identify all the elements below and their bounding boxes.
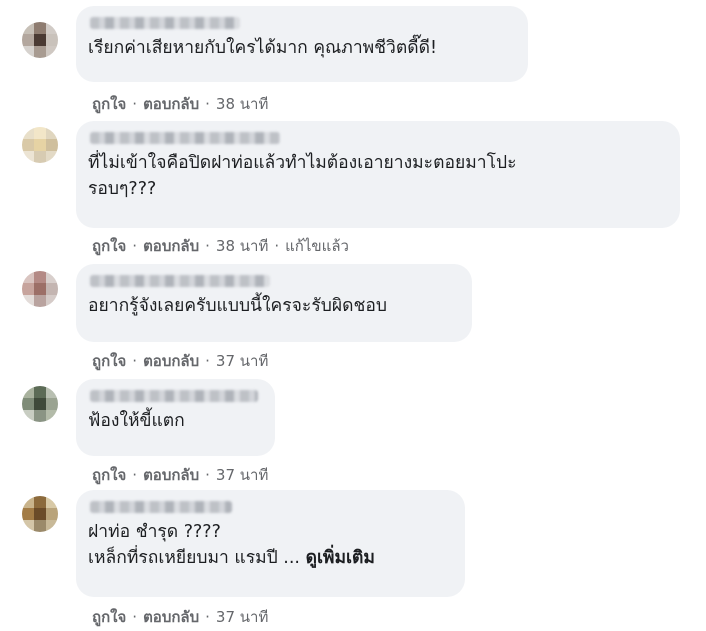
avatar-pixel (46, 46, 58, 58)
avatar[interactable] (22, 127, 58, 163)
avatar-pixel (22, 295, 34, 307)
avatar-pixel (46, 151, 58, 163)
avatar-pixel (46, 410, 58, 422)
avatar-pixel (34, 520, 46, 532)
comment-actions: ถูกใจ · ตอบกลับ · 37 นาที (92, 352, 269, 370)
see-more-link[interactable]: ดูเพิ่มเติม (306, 548, 375, 568)
avatar-pixel (46, 295, 58, 307)
comment-actions: ถูกใจ · ตอบกลับ · 38 นาที · แก้ไขแล้ว (92, 237, 349, 255)
avatar-pixel (22, 22, 34, 34)
avatar-pixel (22, 46, 34, 58)
comment-actions: ถูกใจ · ตอบกลับ · 37 นาที (92, 608, 269, 626)
avatar-pixel (34, 34, 46, 46)
reply-link[interactable]: ตอบกลับ (143, 466, 199, 484)
avatar-pixel (46, 271, 58, 283)
avatar-pixel (34, 496, 46, 508)
avatar-pixel (22, 496, 34, 508)
edited-label[interactable]: แก้ไขแล้ว (285, 237, 349, 255)
avatar-pixel (34, 295, 46, 307)
like-link[interactable]: ถูกใจ (92, 352, 126, 370)
reply-link[interactable]: ตอบกลับ (143, 352, 199, 370)
avatar-pixel (46, 34, 58, 46)
comment-bubble: ฝาท่อ ชำรุด ???? เหล็กที่รถเหยียบมา แรมป… (76, 490, 465, 597)
avatar-pixel (22, 283, 34, 295)
avatar-pixel (34, 139, 46, 151)
avatar-pixel (46, 496, 58, 508)
avatar-pixel (34, 22, 46, 34)
avatar-pixel (34, 410, 46, 422)
reply-link[interactable]: ตอบกลับ (143, 237, 199, 255)
comment-text: เรียกค่าเสียหายกับใครได้มาก คุณภาพชีวิตด… (88, 38, 437, 58)
avatar[interactable] (22, 386, 58, 422)
avatar-pixel (34, 151, 46, 163)
avatar-pixel (34, 508, 46, 520)
timestamp[interactable]: 37 นาที (216, 608, 268, 626)
timestamp[interactable]: 38 นาที (216, 237, 268, 255)
avatar-pixel (22, 398, 34, 410)
avatar-pixel (46, 127, 58, 139)
avatar-pixel (34, 127, 46, 139)
like-link[interactable]: ถูกใจ (92, 466, 126, 484)
commenter-name-blurred[interactable] (90, 390, 258, 402)
comment-text-body: ฝาท่อ ชำรุด ???? เหล็กที่รถเหยียบมา แรมป… (88, 522, 300, 568)
avatar[interactable] (22, 271, 58, 307)
avatar-pixel (22, 520, 34, 532)
avatar-pixel (34, 398, 46, 410)
avatar-pixel (22, 386, 34, 398)
comment-text: ฝาท่อ ชำรุด ???? เหล็กที่รถเหยียบมา แรมป… (88, 519, 453, 571)
avatar-pixel (22, 151, 34, 163)
comment-bubble: เรียกค่าเสียหายกับใครได้มาก คุณภาพชีวิตด… (76, 6, 528, 82)
comment-bubble: ที่ไม่เข้าใจคือปิดฝาท่อแล้วทำไมต้องเอายา… (76, 121, 680, 228)
avatar-pixel (46, 283, 58, 295)
avatar-pixel (46, 508, 58, 520)
timestamp[interactable]: 37 นาที (216, 466, 268, 484)
avatar[interactable] (22, 22, 58, 58)
avatar-pixel (22, 410, 34, 422)
avatar-pixel (22, 271, 34, 283)
comment-bubble: ฟ้องให้ขี้แตก (76, 379, 275, 456)
commenter-name-blurred[interactable] (90, 501, 232, 513)
comment-text: อยากรู้จังเลยครับแบบนี้ใครจะรับผิดชอบ (88, 296, 387, 316)
comment-text: ฟ้องให้ขี้แตก (88, 411, 185, 431)
comment-actions: ถูกใจ · ตอบกลับ · 38 นาที (92, 95, 269, 113)
reply-link[interactable]: ตอบกลับ (143, 95, 199, 113)
avatar[interactable] (22, 496, 58, 532)
avatar-pixel (22, 139, 34, 151)
avatar-pixel (46, 22, 58, 34)
like-link[interactable]: ถูกใจ (92, 95, 126, 113)
comment-actions: ถูกใจ · ตอบกลับ · 37 นาที (92, 466, 269, 484)
avatar-pixel (46, 520, 58, 532)
comment-bubble: อยากรู้จังเลยครับแบบนี้ใครจะรับผิดชอบ (76, 264, 472, 342)
avatar-pixel (46, 398, 58, 410)
avatar-pixel (22, 127, 34, 139)
avatar-pixel (34, 386, 46, 398)
commenter-name-blurred[interactable] (90, 132, 280, 144)
avatar-pixel (46, 139, 58, 151)
like-link[interactable]: ถูกใจ (92, 237, 126, 255)
timestamp[interactable]: 37 นาที (216, 352, 268, 370)
comment-text: ที่ไม่เข้าใจคือปิดฝาท่อแล้วทำไมต้องเอายา… (88, 153, 517, 199)
avatar-pixel (22, 508, 34, 520)
avatar-pixel (22, 34, 34, 46)
commenter-name-blurred[interactable] (90, 275, 270, 287)
avatar-pixel (34, 46, 46, 58)
reply-link[interactable]: ตอบกลับ (143, 608, 199, 626)
avatar-pixel (46, 386, 58, 398)
commenter-name-blurred[interactable] (90, 17, 240, 29)
like-link[interactable]: ถูกใจ (92, 608, 126, 626)
avatar-pixel (34, 283, 46, 295)
avatar-pixel (34, 271, 46, 283)
timestamp[interactable]: 38 นาที (216, 95, 268, 113)
